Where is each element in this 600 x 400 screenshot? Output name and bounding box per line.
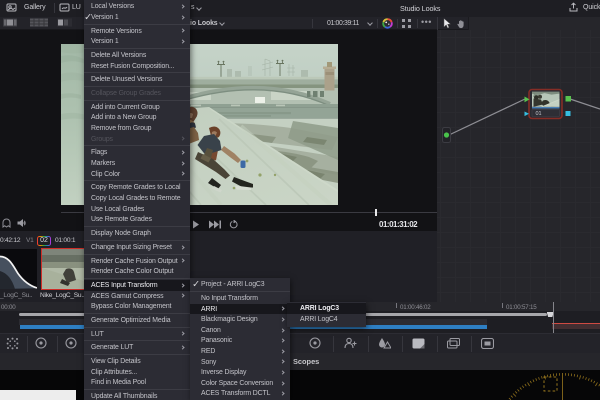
svg-text:01: 01 [536,111,542,117]
